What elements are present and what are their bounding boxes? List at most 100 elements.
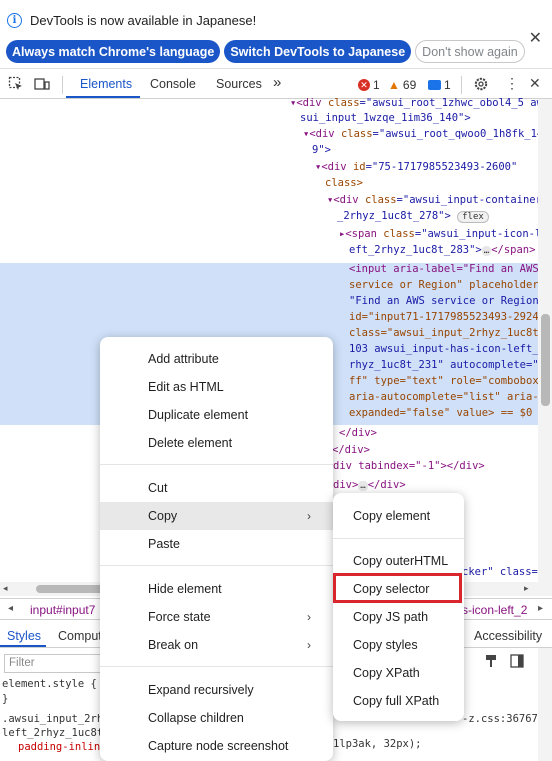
breadcrumb-left-arrow-icon[interactable]: ◂ [8,603,13,614]
selected-node-line[interactable]: 103 awsui_input-has-icon-left_2 [349,343,545,355]
warning-count-badge[interactable]: ▲ 69 [388,78,416,92]
style-rule-selector[interactable]: left_2rhyz_1uc8t_ [2,727,109,739]
menu-break-on[interactable]: Break on › [100,631,333,659]
menu-delete-element[interactable]: Delete element [100,429,333,457]
dom-line[interactable]: ▸<span class="awsui_input-icon-l [339,228,541,240]
collapsed-content-badge[interactable]: … [358,481,368,491]
selected-node-line[interactable]: rhyz_1uc8t_231" autocomplete="o [349,359,545,371]
dom-line[interactable]: div tabindex="-1"></div> [333,460,485,472]
close-icon[interactable]: ✕ [529,28,542,48]
dom-line[interactable]: _2rhyz_1uc8t_278"> flex [337,210,489,223]
menu-duplicate-element[interactable]: Duplicate element [100,401,333,429]
tab-sources[interactable]: Sources [216,77,262,91]
menu-paste[interactable]: Paste [100,530,333,558]
styles-filter-input[interactable]: Filter [4,654,104,673]
close-devtools-icon[interactable]: ✕ [529,75,541,92]
dom-line[interactable]: ▾<div class="awsui_root_qwoo0_1h8fk_14 [303,128,543,140]
menu-force-state[interactable]: Force state › [100,603,333,631]
dom-line[interactable]: </div> [339,427,377,439]
selected-node-line[interactable]: ff" type="text" role="combobox" [349,375,545,387]
language-infobar: i DevTools is now available in Japanese!… [0,0,552,69]
submenu-arrow-icon: › [307,638,311,652]
collapsed-content-badge[interactable]: … [481,246,492,256]
selected-node-line[interactable]: class="awsui_input_2rhyz_1uc8t_ [349,327,545,339]
menu-expand-recursively[interactable]: Expand recursively [100,676,333,704]
style-value-fragment: 1lp3ak, 32px); [333,738,422,750]
match-language-button[interactable]: Always match Chrome's language [6,40,221,63]
warning-icon: ▲ [388,78,400,92]
submenu-arrow-icon: › [307,610,311,624]
menu-copy-element[interactable]: Copy element [333,502,464,530]
menu-collapse-children[interactable]: Collapse children [100,704,333,732]
device-toolbar-icon[interactable] [34,76,50,92]
vertical-scroll-thumb[interactable] [541,314,550,406]
style-rule-selector[interactable]: .awsui_input_2rhy [2,713,109,725]
tab-elements[interactable]: Elements [80,77,132,91]
copy-submenu: Copy element Copy outerHTML Copy selecto… [333,493,464,721]
tab-styles[interactable]: Styles [7,629,41,643]
element-context-menu: Add attribute Edit as HTML Duplicate ele… [100,337,333,761]
flex-badge[interactable]: flex [457,211,489,223]
submenu-arrow-icon: › [307,509,311,523]
dom-line[interactable]: </div> [332,444,370,456]
info-icon: i [7,13,22,28]
style-property[interactable]: padding-inlin [18,741,100,753]
dont-show-again-button[interactable]: Don't show again [415,40,525,63]
dom-line[interactable]: ▾<div class="awsui_root_1zhwc_obol4_5 aw [290,97,543,109]
error-count-badge[interactable]: ✕ 1 [358,78,380,92]
menu-add-attribute[interactable]: Add attribute [100,345,333,373]
switch-to-japanese-button[interactable]: Switch DevTools to Japanese [224,40,412,63]
breadcrumb-item[interactable]: input#input7 [30,603,95,617]
devtools-tabbar: Elements Console Sources » ✕ 1 ▲ 69 1 ⋮ … [0,70,552,99]
dom-line[interactable]: ▾<div class="awsui_input-container [327,194,542,206]
selected-node-line[interactable]: service or Region" placeholder= [349,279,545,291]
selected-node-line[interactable]: aria-autocomplete="list" aria- [349,391,539,403]
selected-node-line[interactable]: <input aria-label="Find an AWS [349,263,539,275]
more-options-icon[interactable]: ⋮ [505,75,519,92]
infobar-message: DevTools is now available in Japanese! [30,13,257,28]
inspect-element-icon[interactable] [8,76,24,92]
selected-node-line[interactable]: expanded="false" value> == $0 [349,407,532,419]
breadcrumb-item[interactable]: s-icon-left_2 [462,603,527,617]
menu-edit-as-html[interactable]: Edit as HTML [100,373,333,401]
menu-copy-xpath[interactable]: Copy XPath [333,659,464,687]
style-source-link[interactable]: -z.css:36767 [462,713,538,725]
menu-cut[interactable]: Cut [100,474,333,502]
breadcrumb-right-arrow-icon[interactable]: ▸ [538,603,543,614]
settings-gear-icon[interactable] [473,76,489,92]
toggle-sidebar-icon[interactable] [510,654,524,668]
menu-copy[interactable]: Copy › [100,502,333,530]
dom-line[interactable]: sui_input_1wzqe_1im36_140"> [300,112,471,124]
dom-line[interactable]: div>… </div> [333,479,406,491]
menu-hide-element[interactable]: Hide element [100,575,333,603]
scroll-left-arrow-icon[interactable]: ◂ [3,583,8,594]
dom-line-fragment[interactable]: cker" class= [462,566,538,578]
message-count-badge[interactable]: 1 [428,78,451,92]
menu-copy-outerhtml[interactable]: Copy outerHTML [333,547,464,575]
error-icon: ✕ [358,79,370,91]
dom-line[interactable]: class> [325,177,363,189]
style-rule-line[interactable]: element.style { [2,678,97,690]
styles-vertical-scrollbar[interactable] [538,648,552,761]
tab-console[interactable]: Console [150,77,196,91]
active-tab-indicator [66,96,140,98]
dom-line[interactable]: 9"> [312,144,331,156]
tab-accessibility[interactable]: Accessibility [474,629,542,643]
menu-capture-node-screenshot[interactable]: Capture node screenshot [100,732,333,760]
scroll-right-arrow-icon[interactable]: ▸ [524,583,529,594]
selected-node-line[interactable]: "Find an AWS service or Region" [349,295,545,307]
more-tabs-icon[interactable]: » [273,74,281,91]
menu-copy-full-xpath[interactable]: Copy full XPath [333,687,464,715]
tab-computed[interactable]: Comput [58,629,102,643]
dom-line[interactable]: eft_2rhyz_1uc8t_283">… </span> [349,244,535,256]
menu-copy-js-path[interactable]: Copy JS path [333,603,464,631]
menu-copy-styles[interactable]: Copy styles [333,631,464,659]
dom-line[interactable]: ▾<div id="75-1717985523493-2600" [315,161,517,173]
menu-separator [100,666,333,667]
selected-node-line[interactable]: id="input71-1717985523493-2924" [349,311,545,323]
color-format-icon[interactable] [484,654,498,668]
menu-separator [100,565,333,566]
copy-selector-highlight-box [333,573,462,603]
infobar-message-row: i DevTools is now available in Japanese! [7,13,256,28]
menu-separator [100,464,333,465]
